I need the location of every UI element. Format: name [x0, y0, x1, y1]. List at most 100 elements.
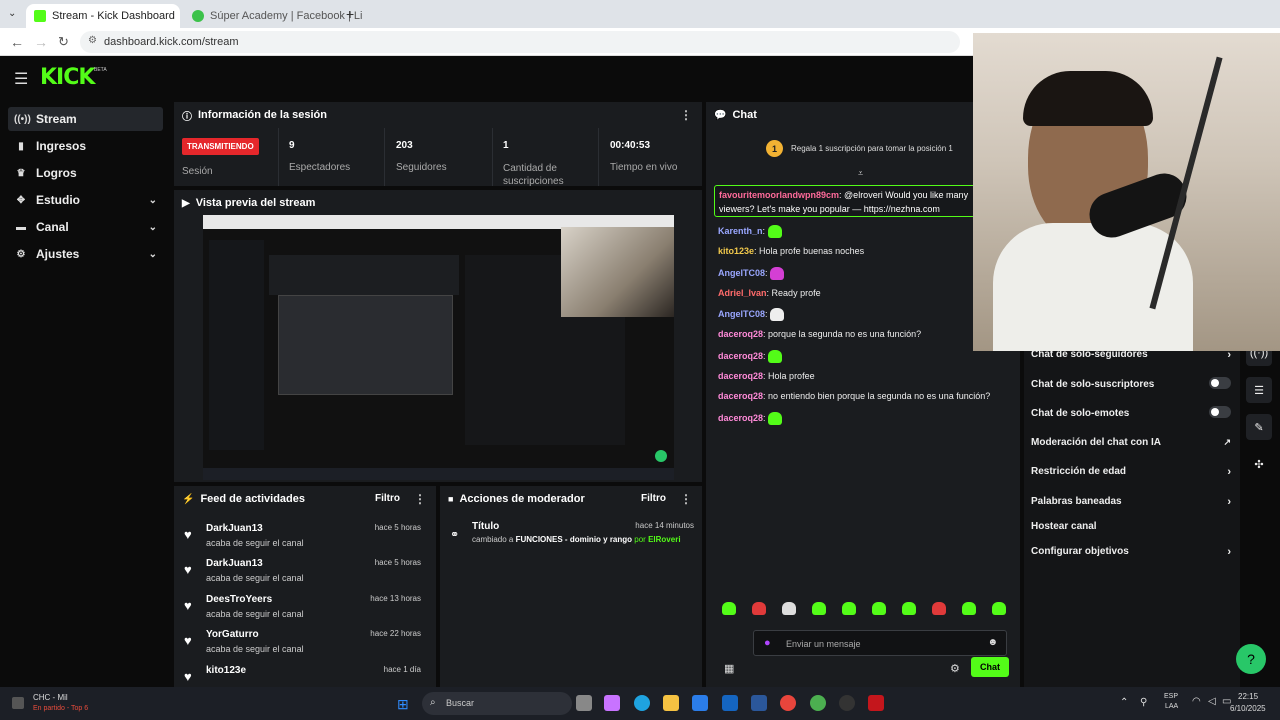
clock-time[interactable]: 22:15 [1238, 692, 1258, 701]
setting-goals[interactable]: Configurar objetivos › [1031, 546, 1231, 558]
follower-name[interactable]: DarkJuan13 [206, 523, 263, 534]
chat-username[interactable]: daceroq28 [718, 351, 763, 361]
word-icon[interactable] [751, 695, 767, 711]
emote-icon[interactable] [752, 602, 766, 615]
chat-username[interactable]: daceroq28 [718, 391, 763, 401]
live-time-value: 00:40:53 [610, 140, 651, 151]
emote-icon[interactable] [872, 602, 886, 615]
setting-subscribers-only: Chat de solo-suscriptores [1031, 377, 1231, 390]
language-code[interactable]: ESP [1164, 693, 1178, 700]
chat-username[interactable]: daceroq28 [718, 413, 763, 423]
volume-icon[interactable]: ◁ [1208, 696, 1216, 707]
sidebar-item-ingresos[interactable]: ▮ Ingresos [8, 134, 163, 158]
preview-taskbar [203, 468, 674, 480]
chat-settings-gear-icon[interactable]: ⚙ [950, 662, 960, 675]
chat-input-box[interactable]: ● Enviar un mensaje ☻ [753, 630, 1007, 656]
follower-name[interactable]: kito123e [206, 665, 246, 676]
back-icon[interactable]: ← [10, 34, 24, 50]
sidebar-item-stream[interactable]: ((•)) Stream [8, 107, 163, 131]
revenue-icon: ▮ [18, 140, 24, 152]
file-explorer-icon[interactable] [663, 695, 679, 711]
edge-icon[interactable] [634, 695, 650, 711]
tab-super-academy[interactable]: Súper Academy | Facebook | Li ✕ [184, 4, 362, 28]
chrome-icon[interactable] [780, 695, 796, 711]
wrench-icon[interactable]: ✎ [1246, 414, 1272, 440]
chrome-profile-icon[interactable] [810, 695, 826, 711]
new-tab-icon[interactable]: + [346, 6, 354, 22]
setting-age-restriction[interactable]: Restricción de edad › [1031, 466, 1231, 478]
emote-icon[interactable] [842, 602, 856, 615]
chat-user-icon[interactable]: ▦ [724, 662, 734, 675]
emote-icon[interactable] [902, 602, 916, 615]
send-chat-button[interactable]: Chat [971, 657, 1009, 677]
toggle-switch[interactable] [1209, 406, 1231, 418]
tab-kick-dashboard[interactable]: Stream - Kick Dashboard ✕ [26, 4, 180, 28]
more-options-icon[interactable]: ⋮ [680, 492, 692, 506]
chat-username[interactable]: daceroq28 [718, 329, 763, 339]
moderator-name[interactable]: ElRoveri [648, 535, 680, 544]
site-info-icon[interactable]: ⚙ [88, 35, 97, 46]
chat-username[interactable]: AngelTC08 [718, 309, 765, 319]
chat-username[interactable]: Adriel_Ivan [718, 288, 767, 298]
emote-icon[interactable] [722, 602, 736, 615]
windows-start-icon[interactable]: ⊞ [397, 696, 409, 713]
help-button[interactable]: ? [1236, 644, 1266, 674]
acrobat-icon[interactable] [868, 695, 884, 711]
panel-title: Chat [732, 109, 757, 121]
tray-expand-icon[interactable]: ⌃ [1120, 697, 1128, 708]
setting-ai-moderation[interactable]: Moderación del chat con IA ↗ [1031, 437, 1231, 448]
emote-icon[interactable] [812, 602, 826, 615]
follower-name[interactable]: DarkJuan13 [206, 558, 263, 569]
chat-username[interactable]: AngelTC08 [718, 268, 765, 278]
toggle-switch[interactable] [1209, 377, 1231, 389]
reload-icon[interactable]: ↻ [58, 34, 69, 50]
more-options-icon[interactable]: ⋮ [414, 492, 426, 506]
kick-logo[interactable]: KICK [40, 65, 95, 90]
weather-icon[interactable] [12, 697, 24, 709]
wifi-icon[interactable]: ◠ [1192, 696, 1201, 707]
store-icon[interactable] [692, 695, 708, 711]
sidebar-item-estudio[interactable]: ✥ Estudio ⌄ [8, 188, 163, 212]
puzzle-icon[interactable]: ✣ [1246, 451, 1272, 477]
chat-message: AngelTC08: [718, 267, 785, 280]
hamburger-menu-icon[interactable]: ☰ [14, 69, 28, 89]
usb-icon[interactable]: ⚲ [1140, 697, 1147, 708]
filter-button[interactable]: Filtro [641, 493, 666, 504]
chat-username[interactable]: kito123e [718, 246, 754, 256]
clock-date[interactable]: 6/10/2025 [1230, 704, 1266, 713]
chat-username[interactable]: daceroq28 [718, 371, 763, 381]
outlook-icon[interactable] [722, 695, 738, 711]
setting-host-channel[interactable]: Hostear canal [1031, 521, 1231, 532]
follower-name[interactable]: DeesTroYeers [206, 594, 272, 605]
copilot-icon[interactable] [604, 695, 620, 711]
gift-sub-text[interactable]: Regala 1 suscripción para tomar la posic… [791, 144, 953, 153]
sidebar-item-logros[interactable]: ♛ Logros [8, 161, 163, 185]
emoji-icon[interactable]: ☻ [987, 637, 998, 648]
emote-icon[interactable] [992, 602, 1006, 615]
follower-name[interactable]: YorGaturro [206, 629, 259, 640]
tab-menu-icon[interactable]: ⌄ [8, 8, 16, 19]
task-view-icon[interactable] [576, 695, 592, 711]
widget-title[interactable]: CHC - Mil [33, 693, 68, 702]
sidebar-item-canal[interactable]: ▬ Canal ⌄ [8, 215, 163, 239]
emote-icon[interactable] [962, 602, 976, 615]
chat-rail-icon[interactable]: ☰ [1246, 377, 1272, 403]
url-bar[interactable]: ⚙ dashboard.kick.com/stream [80, 31, 960, 53]
activity-time: hace 5 horas [374, 523, 421, 532]
emote-icon[interactable] [782, 602, 796, 615]
emote-icon[interactable] [932, 602, 946, 615]
forward-icon[interactable]: → [34, 34, 48, 50]
stream-preview-video[interactable] [203, 215, 674, 480]
setting-banned-words[interactable]: Palabras baneadas › [1031, 496, 1231, 508]
chevron-down-icon[interactable]: ⩡ [858, 168, 863, 179]
search-icon: ⌕ [430, 697, 436, 708]
taskbar-search[interactable]: ⌕ Buscar [422, 692, 572, 715]
filter-button[interactable]: Filtro [375, 493, 400, 504]
sidebar-item-ajustes[interactable]: ⚙ Ajustes ⌄ [8, 242, 163, 266]
more-options-icon[interactable]: ⋮ [680, 108, 692, 122]
pinned-username[interactable]: favouritemoorlandwpn89cm [719, 190, 839, 200]
chat-username[interactable]: Karenth_n [718, 226, 763, 236]
obs-icon[interactable] [839, 695, 855, 711]
microphone-icon[interactable]: ● [764, 637, 771, 649]
list-item: ♥ kito123e hace 1 día [174, 661, 429, 687]
